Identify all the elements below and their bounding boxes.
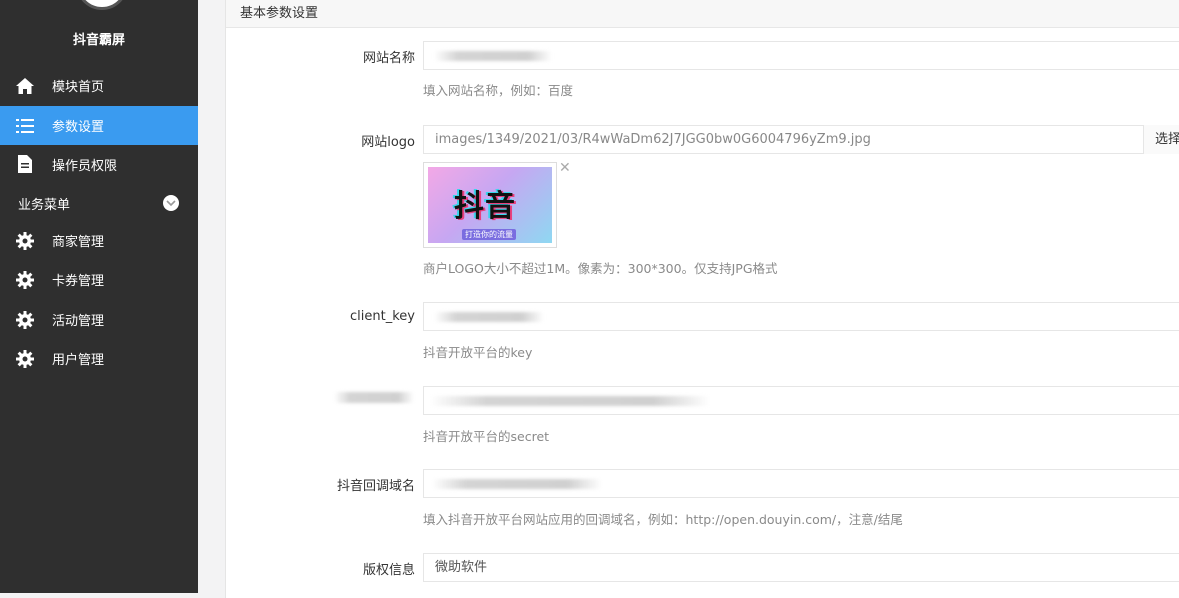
sidebar-item-label: 模块首页 [52, 80, 105, 95]
client-key-input[interactable] [423, 302, 1179, 331]
sidebar-item-label: 卡券管理 [52, 274, 105, 289]
callback-domain-label: 抖音回调域名 [336, 479, 415, 494]
client-secret-input[interactable] [423, 386, 1179, 415]
site-name-help: 填入网站名称，例如：百度 [423, 83, 574, 98]
callback-domain-help: 填入抖音开放平台网站应用的回调域名，例如：http://open.douyin.… [423, 512, 903, 527]
client-secret-help: 抖音开放平台的secret [423, 429, 550, 444]
site-name-label: 网站名称 [362, 51, 415, 66]
sidebar-item-label: 用户管理 [52, 353, 105, 368]
copyright-label: 版权信息 [362, 563, 415, 578]
redacted-text [434, 51, 552, 61]
client-key-help: 抖音开放平台的key [423, 345, 533, 360]
sidebar-item-operator-permissions[interactable]: 操作员权限 [0, 145, 198, 184]
group-title-label: 业务菜单 [18, 197, 71, 213]
business-menu-toggle[interactable]: 业务菜单 [0, 190, 198, 216]
site-logo-path-input[interactable]: images/1349/2021/03/R4wWaDm62J7JGG0bw0G6… [423, 125, 1179, 154]
document-icon [15, 155, 35, 175]
logo-image: 抖音 打造你的流量 [428, 167, 552, 243]
sidebar-item-label: 参数设置 [52, 120, 105, 135]
callback-domain-input[interactable] [423, 469, 1179, 498]
redacted-text [434, 312, 544, 322]
site-logo-help: 商户LOGO大小不超过1M。像素为：300*300。仅支持JPG格式 [423, 261, 778, 276]
client-key-label: client_key [350, 309, 415, 324]
redacted-text [430, 396, 710, 406]
remove-logo-icon[interactable]: ✕ [559, 160, 571, 176]
sidebar-item-module-home[interactable]: 模块首页 [0, 66, 198, 105]
gear-icon [15, 270, 35, 290]
client-secret-label-redacted [334, 392, 414, 403]
site-logo-label: 网站logo [361, 135, 415, 150]
gear-icon [15, 310, 35, 330]
copyright-input[interactable]: 微助软件 [423, 553, 1179, 582]
sidebar-item-coupon-management[interactable]: 卡券管理 [0, 260, 198, 299]
panel-header: 基本参数设置 [226, 0, 1179, 28]
sidebar-item-label: 操作员权限 [52, 159, 118, 174]
home-icon [15, 76, 35, 96]
settings-panel: 基本参数设置 网站名称 填入网站名称，例如：百度 网站logo images/1… [225, 0, 1179, 598]
chevron-down-icon [163, 195, 179, 211]
panel-title: 基本参数设置 [240, 6, 319, 21]
sidebar-item-param-settings[interactable]: 参数设置 [0, 106, 198, 145]
gear-icon [15, 231, 35, 251]
sidebar-item-label: 商家管理 [52, 235, 105, 250]
sidebar-item-user-management[interactable]: 用户管理 [0, 339, 198, 378]
avatar [76, 0, 128, 10]
gear-icon [15, 349, 35, 369]
list-icon [15, 116, 35, 136]
site-name-input[interactable] [423, 41, 1179, 70]
sidebar-item-merchant-management[interactable]: 商家管理 [0, 221, 198, 260]
sidebar: 抖音霸屏 模块首页 参数设置 操作员权限 业务菜单 商家管理 卡券管理 活动管理… [0, 0, 198, 593]
redacted-text [432, 479, 602, 489]
select-logo-button[interactable]: 选择 [1143, 125, 1179, 154]
brand-title: 抖音霸屏 [72, 33, 125, 48]
logo-thumbnail: 抖音 打造你的流量 [423, 162, 557, 248]
sidebar-item-label: 活动管理 [52, 314, 105, 329]
sidebar-item-activity-management[interactable]: 活动管理 [0, 300, 198, 339]
